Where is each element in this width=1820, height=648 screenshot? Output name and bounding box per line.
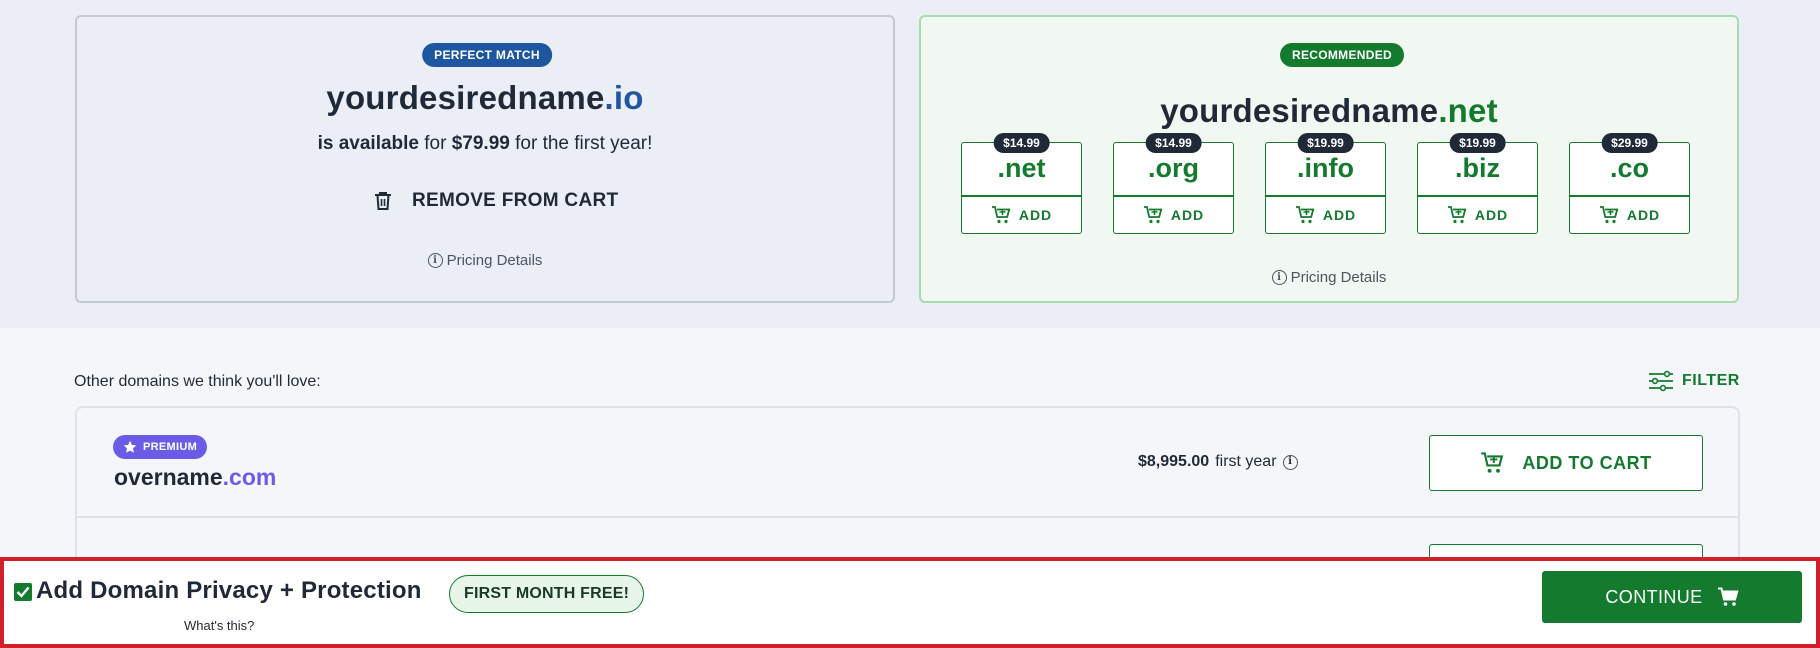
cart-plus-icon	[1295, 206, 1315, 224]
filter-icon	[1649, 370, 1673, 392]
add-label: ADD	[1018, 207, 1053, 223]
tld-option-biz: $19.99 .biz ADD	[1417, 133, 1538, 234]
recommended-badge: RECOMMENDED	[1280, 43, 1404, 67]
tld-name: .biz	[1455, 153, 1500, 183]
perfect-match-badge: PERFECT MATCH	[422, 43, 552, 67]
tld-price: $14.99	[993, 133, 1050, 153]
recommended-card: RECOMMENDED yourdesiredname.net $14.99 .…	[919, 15, 1739, 303]
star-icon	[123, 440, 137, 453]
cart-plus-icon	[991, 206, 1011, 224]
primary-domain: yourdesiredname.io	[77, 79, 893, 117]
add-label: ADD	[1322, 207, 1357, 223]
tld-name: .org	[1148, 153, 1199, 183]
add-info-button[interactable]: ADD	[1266, 197, 1385, 233]
availability-for: for	[419, 133, 452, 154]
continue-button[interactable]: CONTINUE	[1542, 571, 1802, 623]
pricing-details-label: Pricing Details	[446, 252, 543, 269]
add-label: ADD	[1474, 207, 1509, 223]
pricing-details-link[interactable]: i Pricing Details	[77, 252, 893, 269]
recommended-domain-tld: .net	[1438, 92, 1498, 129]
availability-status: is available	[317, 133, 419, 154]
info-icon: i	[1271, 270, 1287, 285]
remove-from-cart-button[interactable]: REMOVE FROM CART	[374, 190, 618, 212]
availability-suffix: for the first year!	[509, 133, 653, 154]
tld-option-info: $19.99 .info ADD	[1265, 133, 1386, 234]
privacy-label[interactable]: Add Domain Privacy + Protection	[36, 577, 422, 605]
other-domains-label: Other domains we think you'll love:	[74, 373, 321, 390]
tld-name: .co	[1609, 153, 1649, 183]
perfect-match-card: PERFECT MATCH yourdesiredname.io is avai…	[75, 15, 895, 303]
availability-text: is available for $79.99 for the first ye…	[77, 133, 893, 155]
tld-name: .net	[997, 153, 1046, 183]
cart-plus-icon	[1143, 206, 1163, 224]
suggested-domain-tld: .com	[222, 464, 277, 490]
recommended-domain-name: yourdesiredname	[1160, 92, 1439, 129]
tld-option-net: $14.99 .net ADD	[961, 133, 1082, 234]
add-label: ADD	[1626, 207, 1661, 223]
primary-domain-name: yourdesiredname	[326, 79, 605, 116]
whats-this-link[interactable]: What's this?	[184, 618, 254, 633]
add-biz-button[interactable]: ADD	[1418, 197, 1537, 233]
primary-price: $79.99	[451, 133, 510, 154]
suggested-domain-name: overname	[114, 464, 223, 490]
add-co-button[interactable]: ADD	[1570, 197, 1689, 233]
pricing-details-label: Pricing Details	[1290, 269, 1387, 286]
tld-option-org: $14.99 .org ADD	[1113, 133, 1234, 234]
check-icon	[16, 586, 30, 598]
privacy-upsell-bar: Add Domain Privacy + Protection What's t…	[0, 557, 1820, 648]
cart-plus-icon	[1481, 452, 1504, 473]
primary-domain-tld: .io	[604, 79, 644, 116]
cart-icon	[1717, 587, 1739, 606]
filter-button[interactable]: FILTER	[1648, 370, 1740, 392]
privacy-checkbox[interactable]	[14, 583, 32, 601]
trash-icon	[375, 192, 391, 210]
cart-plus-icon	[1599, 206, 1619, 224]
add-to-cart-label: ADD TO CART	[1522, 452, 1652, 473]
add-to-cart-button[interactable]: ADD TO CART	[1429, 435, 1703, 491]
remove-from-cart-label: REMOVE FROM CART	[412, 190, 619, 211]
info-icon: i	[427, 253, 443, 268]
suggested-price: $8,995.00 first year i	[1138, 453, 1298, 471]
tld-option-co: $29.99 .co ADD	[1569, 133, 1690, 234]
tld-price: $19.99	[1297, 133, 1354, 153]
tld-price: $19.99	[1449, 133, 1506, 153]
tld-price: $29.99	[1601, 133, 1658, 153]
recommended-domain: yourdesiredname.net	[921, 92, 1737, 130]
add-net-button[interactable]: ADD	[962, 197, 1081, 233]
premium-badge: PREMIUM	[113, 435, 208, 459]
continue-label: CONTINUE	[1605, 586, 1703, 607]
pricing-details-link[interactable]: i Pricing Details	[921, 269, 1737, 286]
first-month-free-badge: FIRST MONTH FREE!	[449, 575, 645, 613]
tld-price: $14.99	[1145, 133, 1202, 153]
suggested-price-value: $8,995.00	[1138, 453, 1210, 470]
filter-label: FILTER	[1682, 372, 1740, 389]
premium-badge-label: PREMIUM	[143, 441, 198, 453]
suggested-price-suffix: first year	[1215, 453, 1277, 470]
add-org-button[interactable]: ADD	[1114, 197, 1233, 233]
suggested-domain: overname.com	[114, 464, 276, 491]
list-item: PREMIUM overname.com $8,995.00 first yea…	[77, 408, 1738, 518]
info-icon[interactable]: i	[1282, 454, 1298, 470]
tld-name: .info	[1297, 153, 1354, 183]
cart-plus-icon	[1447, 206, 1467, 224]
add-label: ADD	[1170, 207, 1205, 223]
